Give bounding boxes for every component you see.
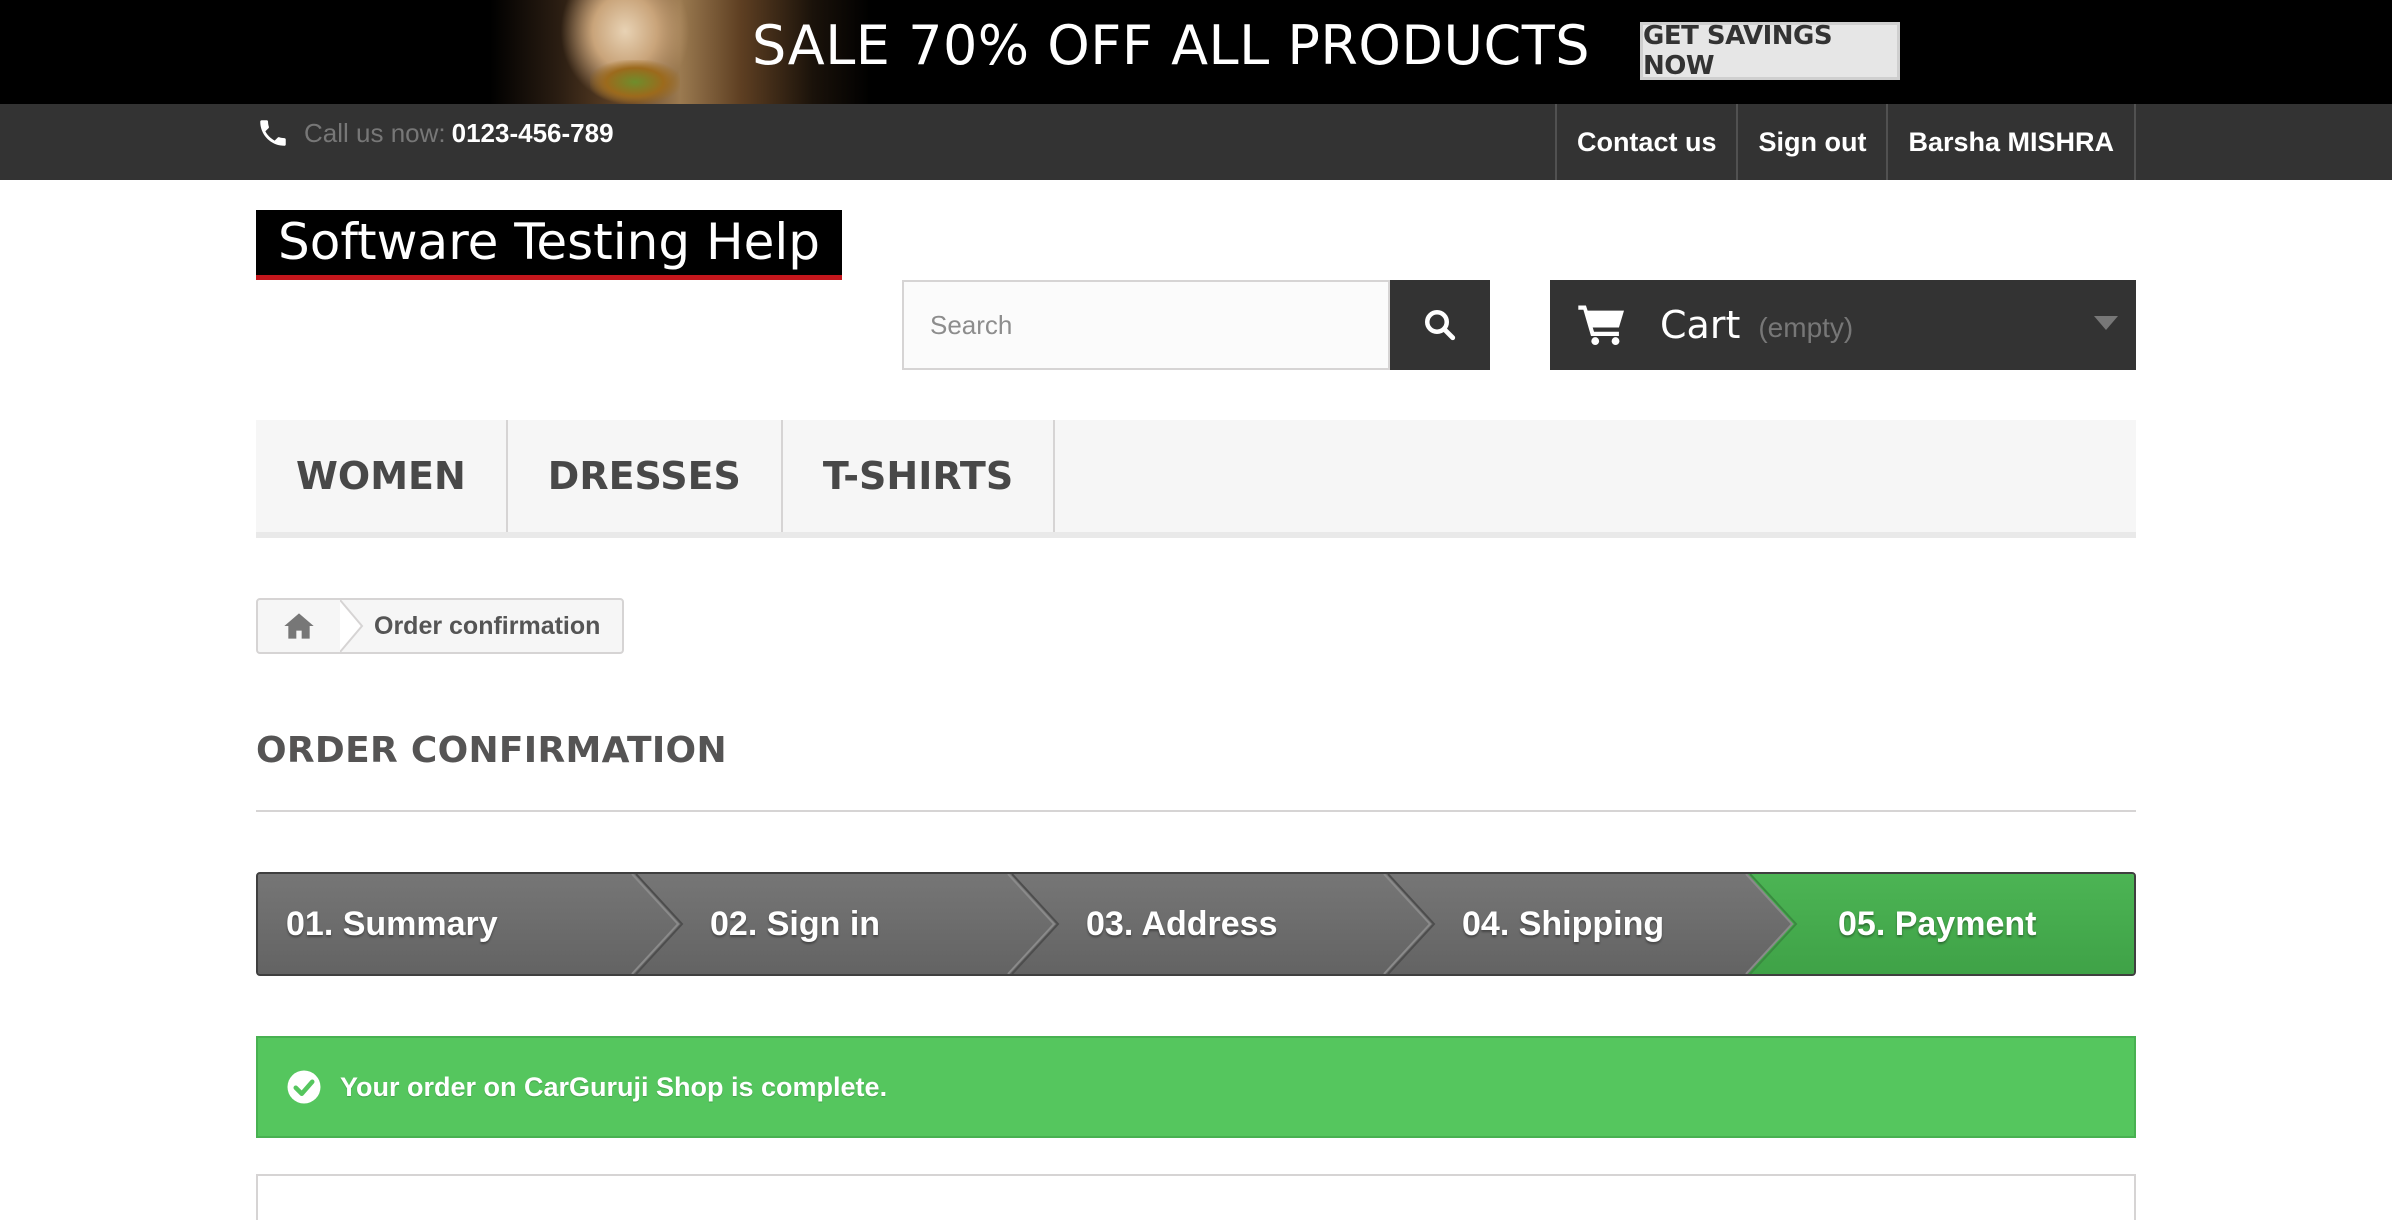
promo-headline: SALE 70% OFF ALL PRODUCTS — [752, 14, 1591, 77]
top-links: Contact us Sign out Barsha MISHRA — [1554, 104, 2136, 180]
checkout-steps: 01. Summary 02. Sign in 03. Address 04. … — [256, 872, 2136, 976]
breadcrumb: Order confirmation — [256, 598, 625, 654]
promo-model-detail — [590, 60, 680, 104]
step-summary[interactable]: 01. Summary — [286, 874, 498, 974]
heading-divider — [256, 810, 2136, 812]
breadcrumb-separator — [340, 600, 370, 652]
step-shipping[interactable]: 04. Shipping — [1462, 874, 1664, 974]
call-us-label: Call us now: — [304, 117, 446, 148]
site-logo[interactable]: Software Testing Help — [256, 210, 842, 280]
page-title: ORDER CONFIRMATION — [256, 730, 727, 771]
promo-banner[interactable]: SALE 70% OFF ALL PRODUCTS GET SAVINGS NO… — [0, 0, 2392, 104]
phone-number: 0123-456-789 — [451, 117, 614, 148]
search-button[interactable] — [1390, 280, 1490, 370]
step-payment: 05. Payment — [1838, 904, 2037, 943]
get-savings-button[interactable]: GET SAVINGS NOW — [1640, 21, 1900, 81]
cart-label: Cart — [1660, 303, 1741, 347]
breadcrumb-home[interactable] — [258, 600, 340, 652]
search-input[interactable] — [904, 282, 1388, 368]
main-menu: WOMEN DRESSES T-SHIRTS — [256, 420, 2136, 538]
step-sign-in[interactable]: 02. Sign in — [710, 874, 880, 974]
search-field[interactable] — [902, 280, 1390, 370]
order-details-box — [256, 1174, 2136, 1220]
contact-us-link[interactable]: Contact us — [1554, 104, 1737, 180]
cart-status: (empty) — [1758, 312, 1854, 343]
menu-item-women[interactable]: WOMEN — [256, 420, 508, 532]
order-success-alert: Your order on CarGuruji Shop is complete… — [256, 1036, 2136, 1138]
menu-item-t-shirts[interactable]: T-SHIRTS — [783, 420, 1056, 532]
chevron-down-icon[interactable] — [2094, 316, 2118, 330]
sign-out-link[interactable]: Sign out — [1736, 104, 1886, 180]
alert-message: Your order on CarGuruji Shop is complete… — [340, 1071, 888, 1102]
breadcrumb-current: Order confirmation — [374, 611, 601, 640]
call-us-info: Call us now: 0123-456-789 — [256, 116, 614, 150]
check-circle-icon — [287, 1070, 321, 1104]
step-address[interactable]: 03. Address — [1086, 874, 1278, 974]
cart-icon — [1578, 305, 1624, 345]
account-link[interactable]: Barsha MISHRA — [1886, 104, 2136, 180]
search-icon — [1425, 310, 1456, 341]
home-icon — [284, 613, 314, 639]
phone-icon — [260, 120, 286, 146]
cart-button[interactable]: Cart (empty) — [1550, 280, 2136, 370]
menu-item-dresses[interactable]: DRESSES — [508, 420, 783, 532]
